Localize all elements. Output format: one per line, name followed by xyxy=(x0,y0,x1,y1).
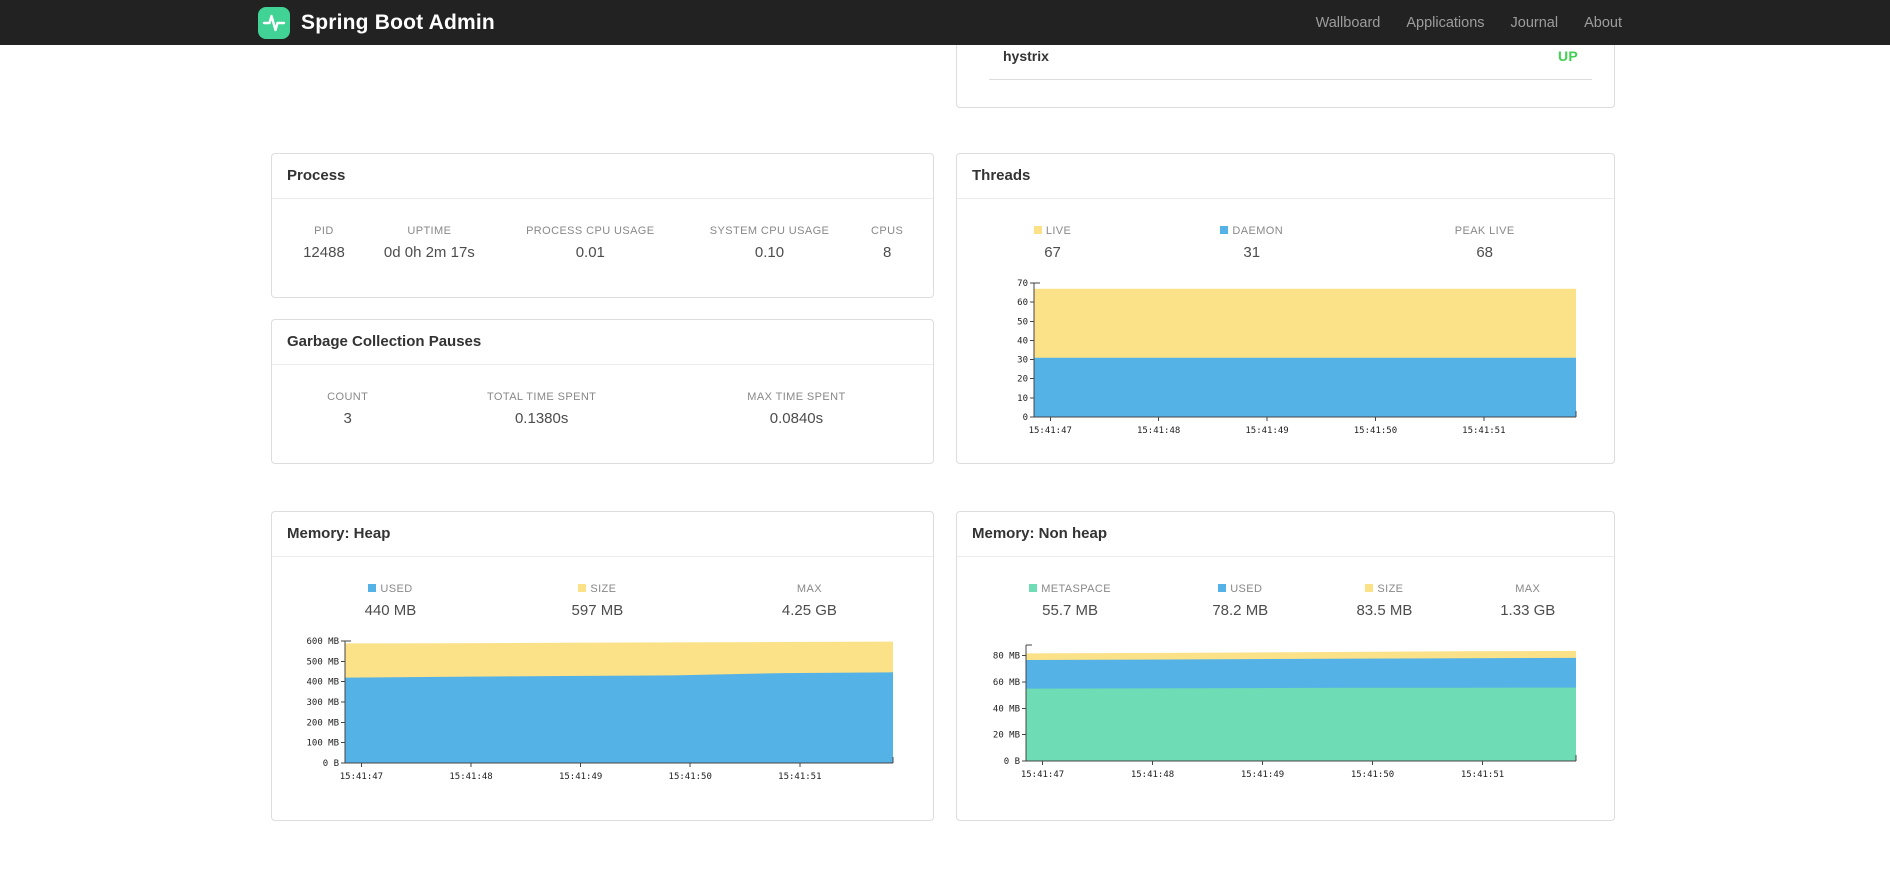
threads-chart: 0 10 20 30 40 50 60 70 15:41:47 15:41:48 15:41:49 1… xyxy=(994,275,1599,451)
memory-heap-chart: 0 B 100 MB 200 MB 300 MB 400 MB 500 MB 600 MB 1… xyxy=(287,633,918,797)
svg-text:20: 20 xyxy=(1017,375,1028,385)
svg-text:70: 70 xyxy=(1017,279,1028,289)
stat-uptime: UPTIME 0d 0h 2m 17s xyxy=(383,225,475,261)
legend-heap-max: MAX 4.25 GB xyxy=(781,583,837,619)
svg-text:15:41:48: 15:41:48 xyxy=(449,772,492,782)
svg-text:600 MB: 600 MB xyxy=(306,637,339,647)
svg-text:60 MB: 60 MB xyxy=(993,678,1020,688)
gc-panel-title: Garbage Collection Pauses xyxy=(272,320,933,365)
nav-item-about[interactable]: About xyxy=(1571,15,1622,31)
svg-text:300 MB: 300 MB xyxy=(306,698,339,708)
legend-heap-used: USED 440 MB xyxy=(364,583,417,619)
memory-nonheap-panel: Memory: Non heap METASPACE 55.7 MB USED … xyxy=(956,511,1615,821)
legend-heap-size: SIZE 597 MB xyxy=(571,583,624,619)
process-panel: Process PID 12488 UPTIME 0d 0h 2m 17s PR… xyxy=(271,153,934,298)
process-panel-title: Process xyxy=(272,154,933,199)
metaspace-swatch-icon xyxy=(1029,584,1038,592)
gc-stats: COUNT 3 TOTAL TIME SPENT 0.1380s MAX TIM… xyxy=(287,381,918,433)
svg-text:0 B: 0 B xyxy=(323,759,339,769)
svg-text:80 MB: 80 MB xyxy=(993,652,1020,662)
legend-nonheap-used: USED 78.2 MB xyxy=(1212,583,1269,619)
svg-text:500 MB: 500 MB xyxy=(306,657,339,667)
heap-legend: USED 440 MB SIZE 597 MB MAX 4.25 GB xyxy=(287,573,918,625)
stat-gc-total-time: TOTAL TIME SPENT 0.1380s xyxy=(487,391,597,427)
stat-gc-count: COUNT 3 xyxy=(327,391,369,427)
process-stats: PID 12488 UPTIME 0d 0h 2m 17s PROCESS CP… xyxy=(287,215,918,267)
svg-text:40: 40 xyxy=(1017,336,1028,346)
heap-size-swatch-icon xyxy=(578,584,587,592)
legend-metaspace: METASPACE 55.7 MB xyxy=(972,573,1168,625)
nonheap-legend: METASPACE 55.7 MB USED 78.2 MB SIZE 83.5… xyxy=(972,573,1599,625)
svg-text:400 MB: 400 MB xyxy=(306,678,339,688)
nav-item-wallboard[interactable]: Wallboard xyxy=(1303,15,1394,31)
svg-text:15:41:47: 15:41:47 xyxy=(1021,770,1064,780)
svg-text:15:41:50: 15:41:50 xyxy=(669,772,712,782)
stat-cpus: CPUS 8 xyxy=(871,225,904,261)
legend-nonheap-size: SIZE 83.5 MB xyxy=(1356,583,1413,619)
brand-title: Spring Boot Admin xyxy=(301,10,495,34)
svg-text:30: 30 xyxy=(1017,356,1028,366)
memory-heap-panel-title: Memory: Heap xyxy=(272,512,933,557)
applications-panel: hystrix UP xyxy=(956,45,1615,108)
heap-used-swatch-icon xyxy=(368,584,377,592)
svg-text:15:41:50: 15:41:50 xyxy=(1351,770,1394,780)
nav-links: Wallboard Applications Journal About xyxy=(1303,0,1622,45)
svg-text:0: 0 xyxy=(1023,413,1028,423)
svg-text:20 MB: 20 MB xyxy=(993,731,1020,741)
daemon-swatch-icon xyxy=(1220,226,1229,234)
stat-gc-max-time: MAX TIME SPENT 0.0840s xyxy=(747,391,846,427)
svg-text:60: 60 xyxy=(1017,298,1028,308)
nonheap-used-swatch-icon xyxy=(1218,584,1227,592)
live-swatch-icon xyxy=(1033,226,1042,234)
gc-panel: Garbage Collection Pauses COUNT 3 TOTAL … xyxy=(271,319,934,464)
threads-panel: Threads LIVE 67 DAEMON 31 PEAK LIVE 68 0… xyxy=(956,153,1615,464)
legend-live: LIVE 67 xyxy=(972,215,1133,267)
svg-text:0 B: 0 B xyxy=(1004,757,1020,767)
svg-text:15:41:47: 15:41:47 xyxy=(340,772,383,782)
stat-pid: PID 12488 xyxy=(303,225,345,261)
threads-panel-title: Threads xyxy=(957,154,1614,199)
svg-text:15:41:51: 15:41:51 xyxy=(1462,426,1505,436)
stat-process-cpu-usage: PROCESS CPU USAGE 0.01 xyxy=(526,225,655,261)
brand-logo-icon xyxy=(257,6,291,40)
application-row[interactable]: hystrix UP xyxy=(989,45,1592,80)
svg-text:50: 50 xyxy=(1017,317,1028,327)
application-name: hystrix xyxy=(1003,48,1049,64)
stat-system-cpu-usage: SYSTEM CPU USAGE 0.10 xyxy=(709,225,830,261)
svg-text:100 MB: 100 MB xyxy=(306,739,339,749)
svg-text:15:41:48: 15:41:48 xyxy=(1137,426,1180,436)
svg-text:15:41:48: 15:41:48 xyxy=(1131,770,1174,780)
nav-item-applications[interactable]: Applications xyxy=(1393,15,1497,31)
svg-text:15:41:49: 15:41:49 xyxy=(1245,426,1288,436)
threads-legend: LIVE 67 DAEMON 31 PEAK LIVE 68 xyxy=(972,215,1599,267)
svg-text:15:41:50: 15:41:50 xyxy=(1354,426,1397,436)
legend-peak-live: PEAK LIVE 68 xyxy=(1454,225,1515,261)
svg-text:15:41:51: 15:41:51 xyxy=(1461,770,1504,780)
navbar: Spring Boot Admin Wallboard Applications… xyxy=(0,0,1890,45)
memory-nonheap-chart: 0 B 20 MB 40 MB 60 MB 80 MB 15:41:47 15:41:48 1… xyxy=(972,633,1599,795)
svg-text:15:41:51: 15:41:51 xyxy=(778,772,821,782)
legend-daemon: DAEMON 31 xyxy=(1133,215,1370,267)
nonheap-size-swatch-icon xyxy=(1365,584,1374,592)
svg-text:200 MB: 200 MB xyxy=(306,718,339,728)
svg-text:15:41:49: 15:41:49 xyxy=(559,772,602,782)
memory-nonheap-panel-title: Memory: Non heap xyxy=(957,512,1614,557)
legend-nonheap-max: MAX 1.33 GB xyxy=(1500,583,1556,619)
svg-text:40 MB: 40 MB xyxy=(993,704,1020,714)
memory-heap-panel: Memory: Heap USED 440 MB SIZE 597 MB MAX… xyxy=(271,511,934,821)
svg-text:15:41:47: 15:41:47 xyxy=(1029,426,1072,436)
nav-item-journal[interactable]: Journal xyxy=(1498,15,1572,31)
svg-text:10: 10 xyxy=(1017,394,1028,404)
application-status-badge: UP xyxy=(1557,48,1578,64)
brand[interactable]: Spring Boot Admin xyxy=(257,0,495,45)
svg-text:15:41:49: 15:41:49 xyxy=(1241,770,1284,780)
